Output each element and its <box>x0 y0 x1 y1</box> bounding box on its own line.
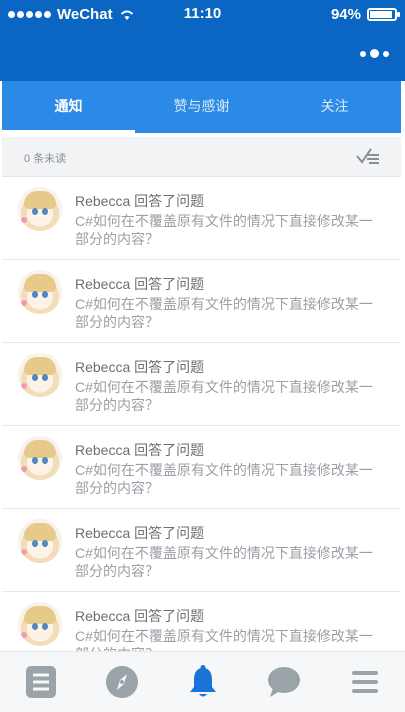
tab-following[interactable]: 关注 <box>268 81 401 133</box>
notification-item[interactable]: Rebecca 回答了问题 C#如何在不覆盖原有文件的情况下直接修改某一部分的内… <box>2 343 401 426</box>
unread-count: 0 条未读 <box>24 153 67 165</box>
menu-icon <box>351 671 378 693</box>
notification-item[interactable]: Rebecca 回答了问题 C#如何在不覆盖原有文件的情况下直接修改某一部分的内… <box>2 592 401 651</box>
notification-item[interactable]: Rebecca 回答了问题 C#如何在不覆盖原有文件的情况下直接修改某一部分的内… <box>2 509 401 592</box>
status-bar: WeChat 11:10 94% <box>0 0 405 30</box>
notification-content: C#如何在不覆盖原有文件的情况下直接修改某一部分的内容？ <box>75 628 373 651</box>
unread-bar: 0 条未读 <box>2 137 401 177</box>
avatar <box>18 270 62 314</box>
notification-content: C#如何在不覆盖原有文件的情况下直接修改某一部分的内容？ <box>75 462 373 496</box>
notification-content: C#如何在不覆盖原有文件的情况下直接修改某一部分的内容？ <box>75 296 373 330</box>
notification-list: Rebecca 回答了问题 C#如何在不覆盖原有文件的情况下直接修改某一部分的内… <box>2 177 401 651</box>
tab-notifications[interactable]: 通知 <box>2 81 135 133</box>
tab-likes-thanks[interactable]: 赞与感谢 <box>135 81 268 133</box>
status-right: 94% <box>330 6 400 23</box>
tab-messages[interactable] <box>243 652 324 712</box>
tab-notifications-bottom[interactable] <box>162 652 243 712</box>
notification-content: C#如何在不覆盖原有文件的情况下直接修改某一部分的内容？ <box>75 379 373 413</box>
tab-home[interactable] <box>0 652 81 712</box>
mark-all-read-icon[interactable] <box>355 146 381 166</box>
compass-icon <box>105 666 138 698</box>
nav-bar <box>0 30 405 81</box>
avatar <box>18 353 62 397</box>
tab-bar-top: 通知 赞与感谢 关注 <box>2 81 401 133</box>
chat-bubble-icon <box>267 667 300 697</box>
notification-content: C#如何在不覆盖原有文件的情况下直接修改某一部分的内容？ <box>75 213 373 247</box>
bottom-tab-bar <box>0 651 405 712</box>
notification-title: Rebecca 回答了问题 <box>75 525 205 541</box>
more-options-button[interactable] <box>360 49 389 58</box>
notification-item[interactable]: Rebecca 回答了问题 C#如何在不覆盖原有文件的情况下直接修改某一部分的内… <box>2 177 401 260</box>
avatar <box>18 187 62 231</box>
avatar <box>18 436 62 480</box>
list-icon <box>25 666 56 698</box>
tab-menu[interactable] <box>324 652 405 712</box>
notification-title: Rebecca 回答了问题 <box>75 276 205 292</box>
avatar <box>18 602 62 646</box>
avatar <box>18 519 62 563</box>
notification-title: Rebecca 回答了问题 <box>75 608 205 624</box>
notification-title: Rebecca 回答了问题 <box>75 193 205 209</box>
battery-icon <box>367 8 400 21</box>
battery-percent: 94% <box>330 6 361 23</box>
notification-content: C#如何在不覆盖原有文件的情况下直接修改某一部分的内容？ <box>75 545 373 579</box>
notification-title: Rebecca 回答了问题 <box>75 359 205 375</box>
tab-discover[interactable] <box>81 652 162 712</box>
bell-icon <box>189 665 216 697</box>
notification-item[interactable]: Rebecca 回答了问题 C#如何在不覆盖原有文件的情况下直接修改某一部分的内… <box>2 426 401 509</box>
notification-item[interactable]: Rebecca 回答了问题 C#如何在不覆盖原有文件的情况下直接修改某一部分的内… <box>2 260 401 343</box>
notification-title: Rebecca 回答了问题 <box>75 442 205 458</box>
